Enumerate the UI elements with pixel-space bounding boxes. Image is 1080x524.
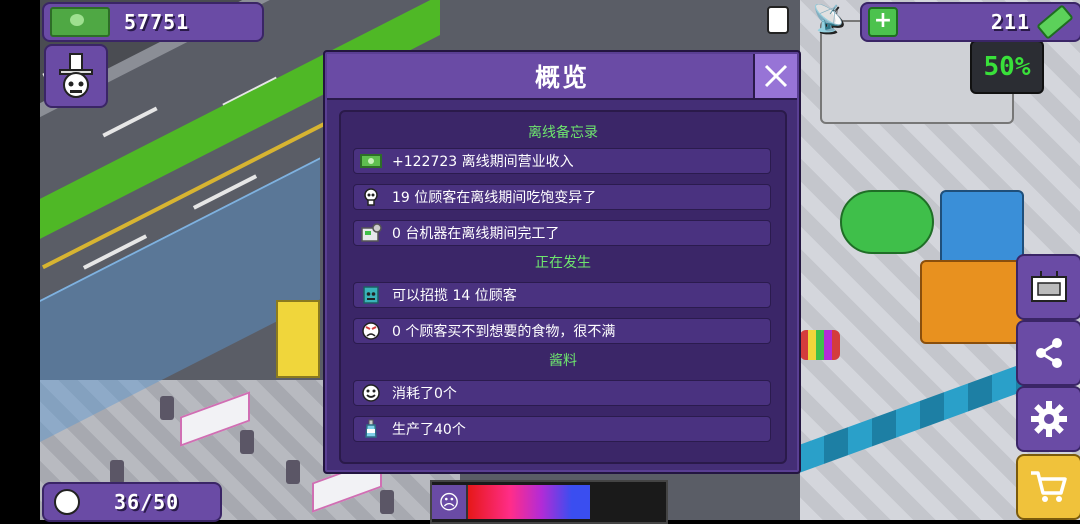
chef-robot-icon — [59, 53, 93, 98]
chair — [380, 490, 394, 514]
row-text: 生产了40个 — [392, 422, 466, 438]
chair — [110, 460, 124, 484]
antenna-icon[interactable]: 📡 — [812, 4, 844, 34]
row-text: 消耗了0个 — [392, 386, 457, 402]
energy-panel[interactable]: + 211 — [860, 2, 1080, 42]
customer-count-panel[interactable]: 36/50 — [42, 482, 222, 522]
system-bar — [0, 0, 40, 520]
close-button[interactable] — [753, 54, 797, 98]
hunger-gradient-bar — [468, 485, 590, 519]
money-panel[interactable]: 57751 — [42, 2, 264, 42]
machine-icon — [360, 223, 382, 243]
cash-icon — [50, 7, 110, 37]
skull-icon — [360, 187, 382, 207]
sign-board-icon — [1031, 271, 1067, 302]
dialog-header: 概览 — [327, 54, 797, 100]
share-icon — [1036, 338, 1062, 368]
shopping-cart-icon — [1031, 471, 1067, 502]
skull-icon — [54, 489, 80, 515]
chair — [240, 430, 254, 454]
list-item: 0 台机器在离线期间完工了 — [353, 220, 771, 246]
share-button[interactable] — [1016, 320, 1080, 386]
energy-value: 211 — [990, 10, 1030, 34]
dialog-body: 离线备忘录 +122723 离线期间营业收入 19 位顾客在离线期间吃饱变异了 … — [339, 110, 787, 464]
chair — [160, 396, 174, 420]
happy-face-icon — [360, 383, 382, 403]
monster-face-icon: ☹ — [432, 485, 468, 519]
hunger-meter[interactable]: ☹ — [430, 480, 668, 524]
money-value: 57751 — [124, 10, 190, 34]
sauce-bottle-icon — [360, 419, 382, 439]
list-item: 0 个顾客买不到想要的食物，很不满 — [353, 318, 771, 344]
battery-icon — [1036, 4, 1074, 40]
gear-icon — [1031, 401, 1067, 437]
vending-machine[interactable] — [276, 300, 320, 378]
close-icon — [764, 64, 788, 88]
settings-button[interactable] — [1016, 386, 1080, 452]
row-text: +122723 离线期间营业收入 — [392, 154, 574, 170]
customer-recruit-icon — [360, 285, 382, 305]
shop-sign-button[interactable] — [1016, 254, 1080, 320]
list-item: 消耗了0个 — [353, 380, 771, 406]
cash-icon — [360, 151, 382, 171]
food-crates — [800, 330, 840, 360]
overview-dialog: 概览 离线备忘录 +122723 离线期间营业收入 19 位顾客在离线期间吃饱变… — [323, 50, 801, 474]
section-title-offline-memo: 离线备忘录 — [528, 125, 598, 141]
section-title-sauce: 酱料 — [549, 353, 577, 369]
list-item: 生产了40个 — [353, 416, 771, 442]
list-item: 19 位顾客在离线期间吃饱变异了 — [353, 184, 771, 210]
angry-face-icon — [360, 321, 382, 341]
machine-display: 50% — [970, 40, 1044, 94]
row-text: 0 台机器在离线期间完工了 — [392, 226, 560, 242]
machine[interactable] — [840, 190, 934, 254]
row-text: 0 个顾客买不到想要的食物，很不满 — [392, 324, 616, 340]
customer-count: 36/50 — [114, 490, 180, 514]
phone-icon[interactable] — [767, 6, 789, 34]
energy-value-group: 211 — [990, 4, 1074, 40]
row-text: 可以招揽 14 位顾客 — [392, 288, 517, 304]
staff-button[interactable] — [44, 44, 108, 108]
road-line — [102, 106, 158, 138]
section-title-happening-now: 正在发生 — [535, 255, 591, 271]
dialog-title: 概览 — [534, 63, 589, 92]
add-energy-button[interactable]: + — [868, 7, 898, 37]
chair — [286, 460, 300, 484]
shop-button[interactable] — [1016, 454, 1080, 520]
list-item: +122723 离线期间营业收入 — [353, 148, 771, 174]
list-item: 可以招揽 14 位顾客 — [353, 282, 771, 308]
row-text: 19 位顾客在离线期间吃饱变异了 — [392, 190, 597, 206]
